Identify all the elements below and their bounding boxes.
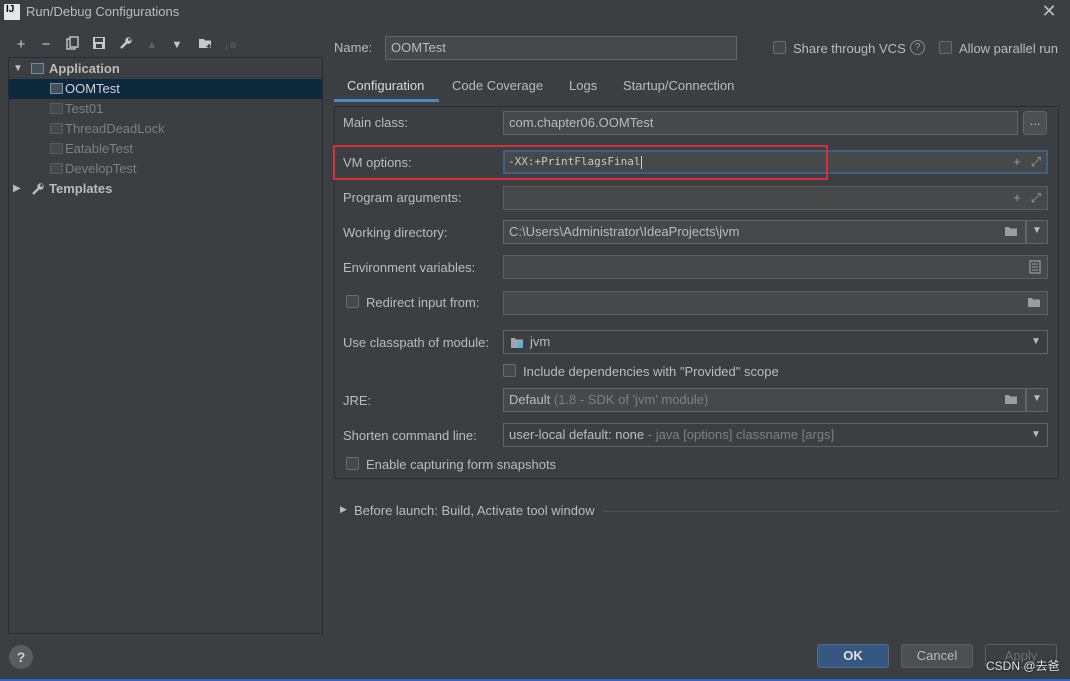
help-icon[interactable]: ? [910,40,925,55]
separator-line [603,511,1059,512]
tree-label-templates: Templates [49,181,113,196]
classpath-module-select[interactable]: jvm [503,330,1048,354]
sort-icon[interactable]: ↓≡ [221,36,239,54]
name-input[interactable]: OOMTest [385,36,737,60]
save-icon[interactable] [90,36,108,54]
tree-item-label: Test01 [65,101,104,116]
jre-detail: (1.8 - SDK of 'jvm' module) [553,392,709,407]
highlight-box [333,145,828,180]
tree-item-test01[interactable]: Test01 [9,99,322,119]
jre-input[interactable]: Default (1.8 - SDK of 'jvm' module) [503,388,1026,412]
application-icon [31,63,44,74]
close-icon[interactable]: ✕ [1040,1,1058,22]
expand-icon[interactable]: ⤢ [1029,191,1043,205]
tree-item-label: EatableTest [65,141,133,156]
allow-parallel-checkbox[interactable] [939,41,952,54]
enable-snapshots-label: Enable capturing form snapshots [366,457,557,472]
plus-icon[interactable]: + [1010,191,1024,205]
tab-code-coverage[interactable]: Code Coverage [452,74,543,102]
share-vcs-label: Share through VCS [793,41,906,56]
name-label: Name: [334,40,373,55]
environment-variables-input[interactable] [503,255,1048,279]
configuration-tree[interactable]: ▼ Application OOMTest Test01 ThreadDeadL… [8,57,323,634]
copy-icon[interactable] [64,36,82,54]
folder-icon[interactable] [1004,393,1018,407]
folder-icon[interactable] [1027,296,1041,310]
tree-item-eatabletest[interactable]: EatableTest [9,139,322,159]
chevron-down-icon[interactable]: ▼ [1031,336,1041,347]
add-icon[interactable]: + [12,36,30,54]
remove-icon[interactable]: − [37,36,55,54]
tab-configuration[interactable]: Configuration [347,74,424,102]
folder-add-icon[interactable] [196,36,214,54]
ok-button[interactable]: OK [817,644,889,668]
before-launch-label[interactable]: Before launch: Build, Activate tool wind… [354,503,595,518]
working-directory-dropdown[interactable]: ▼ [1026,220,1048,244]
shorten-command-line-select[interactable]: user-local default: none - java [options… [503,423,1048,447]
allow-parallel-label: Allow parallel run [959,41,1058,56]
application-config-icon [50,123,63,134]
expanded-arrow-icon[interactable]: ▼ [13,59,23,79]
application-config-icon [50,103,63,114]
help-button[interactable]: ? [9,645,33,669]
tree-item-label: DevelopTest [65,161,137,176]
window-title: Run/Debug Configurations [26,4,180,19]
collapsed-arrow-icon[interactable]: ▶ [13,179,21,199]
working-directory-input[interactable]: C:\Users\Administrator\IdeaProjects\jvm [503,220,1026,244]
tree-node-application[interactable]: ▼ Application [9,59,322,79]
tree-item-oomtest[interactable]: OOMTest [9,79,322,99]
document-icon[interactable] [1028,260,1042,274]
module-folder-icon [510,336,525,352]
classpath-module-label: Use classpath of module: [343,335,489,350]
main-class-input[interactable]: com.chapter06.OOMTest [503,111,1018,135]
redirect-input-field[interactable] [503,291,1048,315]
intellij-icon [4,4,20,20]
program-arguments-input[interactable] [503,186,1048,210]
jre-value: Default [509,392,551,407]
redirect-input-label: Redirect input from: [366,295,480,310]
shorten-command-line-value: user-local default: none [509,427,645,442]
jre-dropdown[interactable]: ▼ [1026,388,1048,412]
application-config-icon [50,163,63,174]
tab-startup-connection[interactable]: Startup/Connection [623,74,734,102]
program-arguments-label: Program arguments: [343,190,462,205]
enable-snapshots-checkbox[interactable] [346,457,359,470]
chevron-down-icon[interactable]: ▼ [1031,429,1041,440]
move-down-icon[interactable]: ▼ [168,36,186,54]
shorten-command-line-label: Shorten command line: [343,428,477,443]
shorten-command-line-detail: - java [options] classname [args] [647,427,835,442]
application-config-icon [50,83,63,94]
tree-item-developtest[interactable]: DevelopTest [9,159,322,179]
jre-label: JRE: [343,393,372,408]
plus-icon[interactable]: + [1010,155,1024,169]
tree-item-label: ThreadDeadLock [65,121,165,136]
folder-icon[interactable] [1004,225,1018,239]
include-dependencies-checkbox[interactable] [503,364,516,377]
browse-main-class-button[interactable]: ... [1023,111,1047,135]
share-vcs-checkbox[interactable] [773,41,786,54]
expand-icon[interactable]: ⤢ [1029,155,1043,169]
collapsed-arrow-icon[interactable]: ▶ [340,504,347,515]
cancel-button[interactable]: Cancel [901,644,973,668]
include-dependencies-label: Include dependencies with "Provided" sco… [523,364,779,379]
tab-logs[interactable]: Logs [569,74,597,102]
tree-item-label: OOMTest [65,81,120,96]
wrench-icon [31,179,45,202]
tree-node-templates[interactable]: ▶ Templates [9,179,322,199]
active-tab-indicator [334,99,439,102]
tree-item-threaddeadlock[interactable]: ThreadDeadLock [9,119,322,139]
wrench-icon[interactable] [117,36,135,54]
move-up-icon[interactable]: ▲ [143,36,161,54]
tree-label-application: Application [49,61,120,76]
environment-variables-label: Environment variables: [343,260,476,275]
application-config-icon [50,143,63,154]
classpath-module-value: jvm [530,334,551,349]
main-class-label: Main class: [343,115,409,130]
redirect-input-checkbox[interactable] [346,295,359,308]
watermark: CSDN @去爸 [986,659,1060,673]
working-directory-label: Working directory: [343,225,448,240]
